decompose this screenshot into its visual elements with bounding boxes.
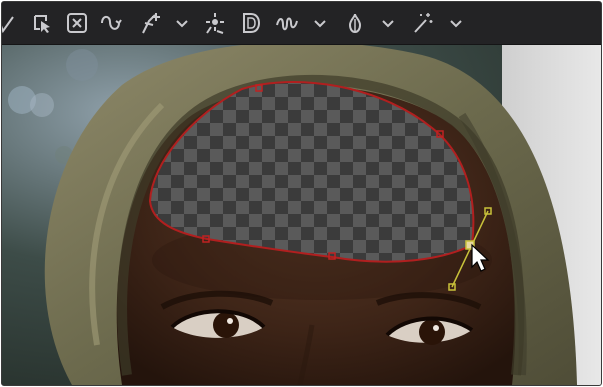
smooth-curve-icon[interactable]	[98, 10, 124, 36]
onion-dropdown-chevron-down-icon[interactable]	[380, 10, 396, 36]
delete-points-icon[interactable]	[64, 10, 90, 36]
magic-wand-dropdown-chevron-down-icon[interactable]	[448, 10, 464, 36]
mask-toolbar	[2, 2, 601, 45]
magic-wand-icon[interactable]	[410, 10, 436, 36]
select-mask-icon[interactable]	[28, 10, 54, 36]
freehand-dropdown-chevron-down-icon[interactable]	[312, 10, 328, 36]
app-window	[1, 1, 602, 386]
add-point-icon[interactable]	[138, 10, 164, 36]
add-point-dropdown-chevron-down-icon[interactable]	[174, 10, 190, 36]
draw-mode-icon[interactable]	[238, 10, 264, 36]
freehand-icon[interactable]	[274, 10, 300, 36]
viewer-canvas[interactable]	[2, 45, 601, 385]
viewer-image	[2, 45, 601, 385]
tracker-point-icon[interactable]	[202, 10, 228, 36]
polyline-icon[interactable]	[2, 10, 18, 36]
onion-icon[interactable]	[342, 10, 368, 36]
